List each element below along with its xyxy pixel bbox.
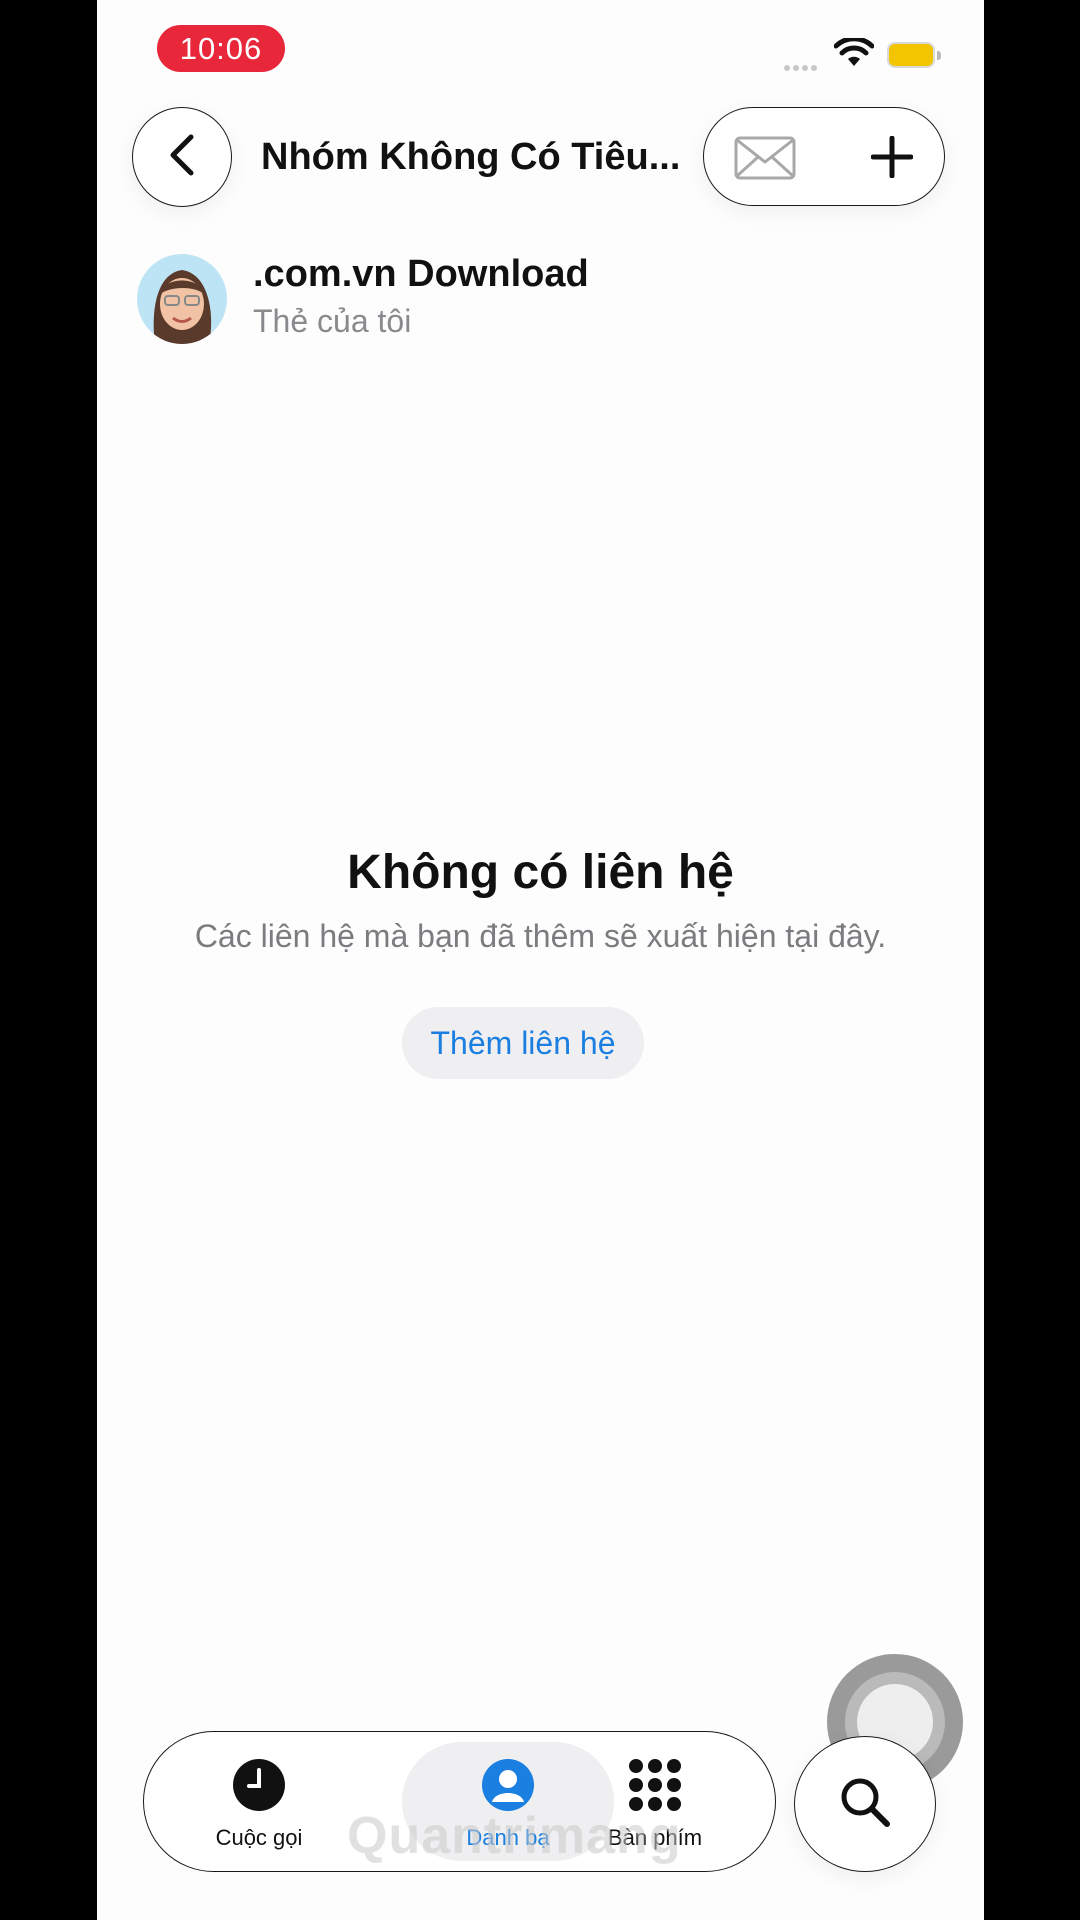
tab-recents[interactable]: Cuộc gọi [189, 1758, 329, 1851]
mail-icon[interactable] [734, 136, 796, 185]
nav-actions [703, 107, 945, 206]
chevron-left-icon [167, 133, 197, 182]
tab-keypad[interactable]: Bàn phím [585, 1758, 725, 1851]
empty-state-description: Các liên hệ mà bạn đã thêm sẽ xuất hiện … [194, 918, 887, 954]
my-card-name[interactable]: .com.vn Download [253, 253, 589, 296]
my-card-subtitle: Thẻ của tôi [253, 303, 412, 339]
back-button[interactable] [132, 107, 232, 207]
search-button[interactable] [794, 1736, 936, 1872]
status-time: 10:06 [157, 25, 285, 72]
tab-label: Cuộc gọi [215, 1825, 303, 1850]
add-contact-button[interactable]: Thêm liên hệ [402, 1007, 644, 1079]
clock-icon [232, 1759, 286, 1816]
tab-label: Bàn phím [607, 1825, 703, 1850]
person-circle-icon [481, 1759, 535, 1816]
search-icon [839, 1776, 891, 1833]
tab-contacts[interactable]: Danh bạ [438, 1758, 578, 1851]
avatar[interactable] [137, 254, 227, 344]
battery-icon [887, 42, 941, 68]
wifi-icon [833, 36, 875, 73]
empty-state-title: Không có liên hệ [347, 846, 734, 899]
page-title: Nhóm Không Có Tiêu... [261, 136, 681, 178]
keypad-icon [627, 1759, 683, 1816]
tab-label: Danh bạ [466, 1825, 550, 1850]
tab-bar: Cuộc gọi Danh bạ Bàn phím [143, 1731, 776, 1872]
contacts-screen: 10:06 Nhóm Không Có Tiêu... .com.vn Down… [97, 0, 984, 1920]
add-icon[interactable] [870, 135, 914, 183]
cellular-signal-icon [784, 58, 824, 71]
